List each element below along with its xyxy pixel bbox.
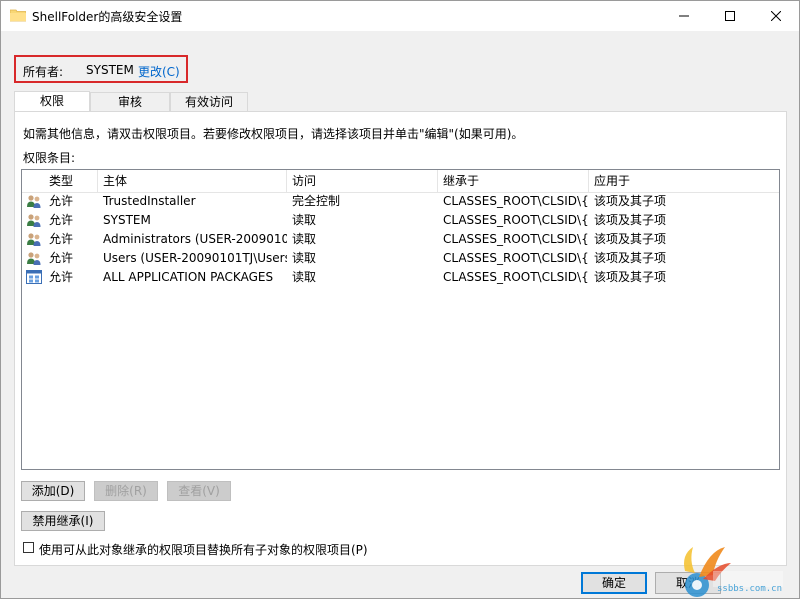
table-row[interactable]: 允许 ALL APPLICATION PACKAGES 读取 CLASSES_R…: [22, 268, 779, 287]
cell-type: 允许: [49, 251, 74, 265]
cell-applies-to: 该项及其子项: [594, 270, 667, 284]
column-header-applies-to[interactable]: 应用于: [589, 170, 779, 192]
view-button[interactable]: 查看(V): [167, 481, 231, 501]
column-header-principal[interactable]: 主体: [98, 170, 287, 192]
minimize-button[interactable]: [661, 1, 707, 31]
cell-type: 允许: [49, 232, 74, 246]
tab-permissions[interactable]: 权限: [14, 91, 90, 112]
cell-applies-to: 该项及其子项: [594, 213, 667, 227]
column-header-type[interactable]: 类型: [22, 170, 98, 192]
users-icon: [27, 252, 41, 265]
cell-applies-to: 该项及其子项: [594, 251, 667, 265]
cell-principal: TrustedInstaller: [103, 194, 196, 208]
cell-inherited-from: CLASSES_ROOT\CLSID\{6...: [443, 194, 589, 208]
table-row[interactable]: 允许 Users (USER-20090101TJ\Users) 读取 CLAS…: [22, 249, 779, 268]
close-icon: [771, 11, 781, 21]
cell-type: 允许: [49, 194, 74, 208]
permission-entries-list[interactable]: 类型 主体 访问 继承于 应用于 允许 TrustedInstaller 完全控…: [21, 169, 780, 470]
remove-button[interactable]: 删除(R): [94, 481, 158, 501]
list-header: 类型 主体 访问 继承于 应用于: [22, 170, 779, 193]
permissions-panel: 如需其他信息，请双击权限项目。若要修改权限项目，请选择该项目并单击"编辑"(如果…: [14, 111, 787, 566]
dialog-window: ShellFolder的高级安全设置 所有者: SYSTEM 更改(C) 权限 …: [0, 0, 800, 599]
cell-applies-to: 该项及其子项: [594, 194, 667, 208]
cell-access: 读取: [292, 270, 317, 284]
users-icon: [27, 233, 41, 246]
cell-type: 允许: [49, 213, 74, 227]
cell-access: 读取: [292, 213, 317, 227]
cell-principal: Administrators (USER-20090101...: [103, 232, 287, 246]
cell-access: 读取: [292, 232, 317, 246]
owner-highlight-box: [14, 55, 188, 83]
app-packages-icon: [26, 270, 42, 284]
ok-button[interactable]: 确定: [581, 572, 647, 594]
cell-inherited-from: CLASSES_ROOT\CLSID\{6...: [443, 213, 589, 227]
users-icon: [27, 214, 41, 227]
cell-principal: SYSTEM: [103, 213, 151, 227]
cell-inherited-from: CLASSES_ROOT\CLSID\{6...: [443, 251, 589, 265]
tab-label: 审核: [117, 95, 142, 109]
maximize-icon: [725, 11, 735, 21]
table-row[interactable]: 允许 Administrators (USER-20090101... 读取 C…: [22, 230, 779, 249]
cell-access: 完全控制: [292, 194, 341, 208]
disable-inheritance-button[interactable]: 禁用继承(I): [21, 511, 105, 531]
close-button[interactable]: [753, 1, 799, 31]
replace-child-permissions-checkbox[interactable]: [23, 542, 34, 553]
cell-principal: ALL APPLICATION PACKAGES: [103, 270, 274, 284]
column-header-access[interactable]: 访问: [287, 170, 438, 192]
cell-access: 读取: [292, 251, 317, 265]
tab-label: 权限: [39, 94, 64, 108]
instructions-text: 如需其他信息，请双击权限项目。若要修改权限项目，请选择该项目并单击"编辑"(如果…: [23, 127, 524, 141]
entries-label: 权限条目:: [23, 151, 76, 165]
cell-type: 允许: [49, 270, 74, 284]
users-icon: [27, 195, 41, 208]
column-header-inherited-from[interactable]: 继承于: [438, 170, 589, 192]
cell-inherited-from: CLASSES_ROOT\CLSID\{6...: [443, 232, 589, 246]
tab-auditing[interactable]: 审核: [90, 92, 170, 111]
add-button[interactable]: 添加(D): [21, 481, 85, 501]
replace-child-permissions-label[interactable]: 使用可从此对象继承的权限项目替换所有子对象的权限项目(P): [39, 541, 368, 558]
title-bar: ShellFolder的高级安全设置: [1, 1, 799, 31]
watermark-text: ssbbs.com.cn: [717, 584, 783, 594]
cell-principal: Users (USER-20090101TJ\Users): [103, 251, 287, 265]
cell-inherited-from: CLASSES_ROOT\CLSID\{6...: [443, 270, 589, 284]
table-row[interactable]: 允许 SYSTEM 读取 CLASSES_ROOT\CLSID\{6... 该项…: [22, 211, 779, 230]
maximize-button[interactable]: [707, 1, 753, 31]
minimize-icon: [679, 15, 689, 17]
tab-label: 有效访问: [184, 95, 233, 109]
window-title: ShellFolder的高级安全设置: [32, 10, 183, 24]
tab-effective-access[interactable]: 有效访问: [170, 92, 248, 111]
cell-applies-to: 该项及其子项: [594, 232, 667, 246]
folder-icon: [10, 9, 26, 22]
table-row[interactable]: 允许 TrustedInstaller 完全控制 CLASSES_ROOT\CL…: [22, 192, 779, 211]
